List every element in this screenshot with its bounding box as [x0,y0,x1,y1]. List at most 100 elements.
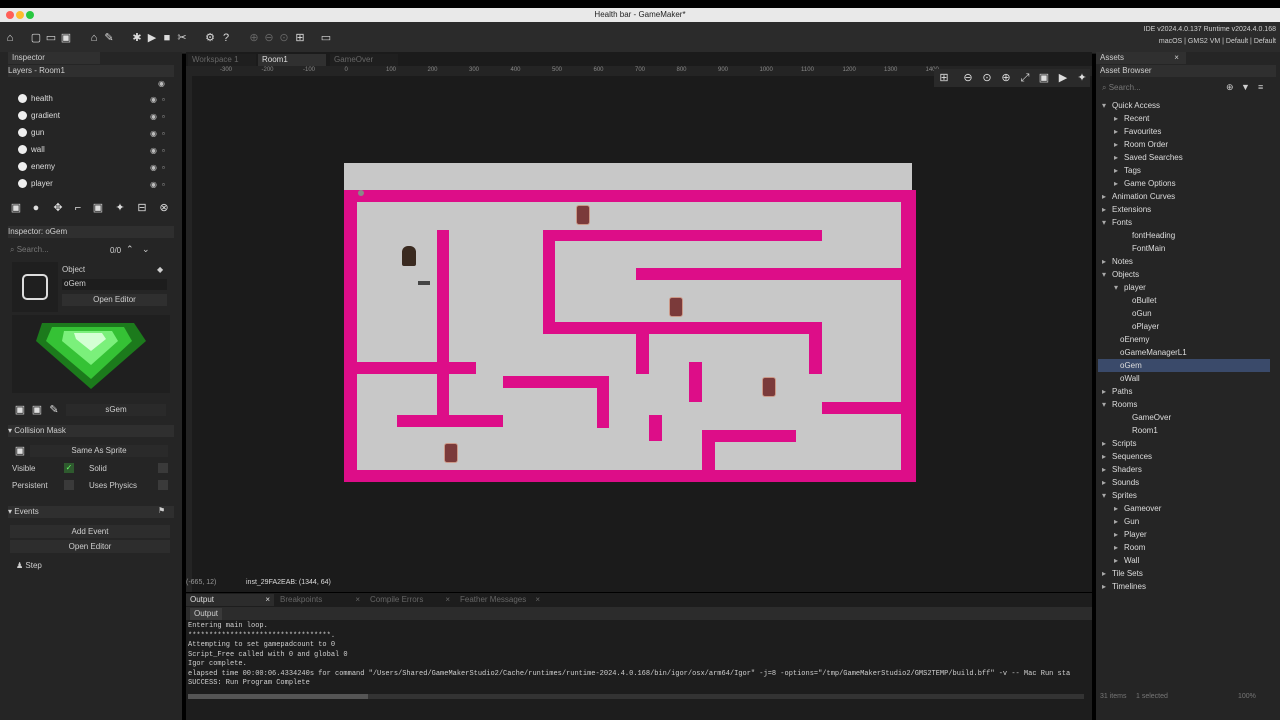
asset-tree-item[interactable]: Room1 [1126,424,1274,437]
toggle-icon[interactable]: ✦ [1076,72,1088,84]
eye-icon[interactable]: ◉ [150,146,157,155]
layer-item[interactable]: enemy [18,160,168,174]
asset-tree-item[interactable]: ▸ Favourites [1114,125,1274,138]
stop-icon[interactable]: ■ [161,32,173,44]
asset-tree-item[interactable]: oBullet [1126,294,1274,307]
asset-tree-item[interactable]: ▸ Recent [1114,112,1274,125]
expand-arrow-icon[interactable]: ▸ [1102,465,1106,474]
wall[interactable] [357,362,476,374]
wall[interactable] [636,268,902,280]
open-folder-icon[interactable]: ▭ [45,32,57,44]
wall[interactable] [809,322,822,374]
asset-tree-item[interactable]: ▸ Scripts [1102,437,1274,450]
wall[interactable] [689,362,702,402]
zoom-window-button[interactable] [26,11,34,19]
eye-icon[interactable]: ◉ [150,129,157,138]
asset-tree-item[interactable]: ▸ Gameover [1114,502,1274,515]
settings-gear-icon[interactable]: ⚙ [204,32,216,44]
uses-physics-checkbox[interactable] [158,480,168,490]
layer-item[interactable]: gradient [18,109,168,123]
asset-tree-item[interactable]: oEnemy [1114,333,1274,346]
asset-tree-item[interactable]: GameOver [1126,411,1274,424]
minimize-window-button[interactable] [16,11,24,19]
add-folder-icon[interactable]: ⊟ [136,202,148,214]
add-path-layer-icon[interactable]: ⌐ [72,202,84,214]
expand-arrow-icon[interactable]: ▸ [1114,153,1118,162]
asset-tree-item[interactable]: ▸ Sounds [1102,476,1274,489]
asset-search[interactable]: ⌕ Search... [1102,83,1222,95]
visible-checkbox[interactable]: ✓ [64,463,74,473]
close-icon[interactable]: × [355,594,360,606]
output-tab[interactable]: Compile Errors × [366,594,454,606]
layer-item[interactable]: gun [18,126,168,140]
expand-arrow-icon[interactable]: ▸ [1114,556,1118,565]
asset-tree-item[interactable]: ▸ Game Options [1114,177,1274,190]
close-icon[interactable]: × [265,594,270,606]
lock-icon[interactable]: ▫ [162,129,165,138]
asset-tree-item[interactable]: ▾ player [1114,281,1274,294]
asset-tree-item[interactable]: ▾ Fonts [1102,216,1274,229]
wall[interactable] [702,430,796,442]
asset-tree-item[interactable]: oGem [1098,359,1270,372]
inspector-search[interactable]: ⌕ Search... [10,245,100,257]
eye-icon[interactable]: ◉ [150,95,157,104]
zoom-reset-view-icon[interactable]: ⊙ [981,72,993,84]
expand-arrow-icon[interactable]: ▾ [1102,101,1106,110]
asset-tree-item[interactable]: ▸ Extensions [1102,203,1274,216]
sprite-select[interactable]: sGem [66,404,166,416]
lock-icon[interactable]: ▫ [162,180,165,189]
gem-instance[interactable] [358,190,364,196]
asset-tree-item[interactable]: ▾ Objects [1102,268,1274,281]
inspector-header[interactable]: Inspector: oGem [8,226,174,238]
enemy-sprite[interactable] [576,205,590,225]
expand-arrow-icon[interactable]: ▸ [1114,140,1118,149]
layer-item[interactable]: health [18,92,168,106]
fit-view-icon[interactable]: ⤢ [1019,72,1031,84]
game-controller-icon[interactable]: ⊞ [294,32,306,44]
step-event[interactable]: ♟ Step [16,561,42,570]
collision-mask-select[interactable]: Same As Sprite [30,445,168,457]
build-icon[interactable]: ⌂ [88,32,100,44]
asset-tree-item[interactable]: ▸ Saved Searches [1114,151,1274,164]
expand-arrow-icon[interactable]: ▸ [1114,179,1118,188]
eye-icon[interactable]: ◉ [150,163,157,172]
wall[interactable] [543,230,822,241]
asset-tree-item[interactable]: ▾ Rooms [1102,398,1274,411]
add-event-button[interactable]: Add Event [10,525,170,538]
room-tab[interactable]: Room1 [258,54,326,66]
output-tab[interactable]: Feather Messages × [456,594,544,606]
enemy-sprite[interactable] [762,377,776,397]
expand-arrow-icon[interactable]: ▾ [1102,400,1106,409]
debug-icon[interactable]: ✱ [131,32,143,44]
expand-arrow-icon[interactable]: ▸ [1114,504,1118,513]
add-tile-layer-icon[interactable]: ✥ [52,202,64,214]
expand-arrow-icon[interactable]: ▸ [1114,530,1118,539]
edit-sprite-icon[interactable]: ▣ [14,404,26,416]
output-tab[interactable]: Output × [186,594,274,606]
expand-arrow-icon[interactable]: ▸ [1102,478,1106,487]
tag-icon[interactable]: ◆ [157,265,163,274]
expand-arrow-icon[interactable]: ▸ [1114,517,1118,526]
wall[interactable] [822,402,902,414]
lock-icon[interactable]: ▫ [162,163,165,172]
expand-arrow-icon[interactable]: ▸ [1102,387,1106,396]
clean-icon[interactable]: ✎ [103,32,115,44]
open-editor-events-button[interactable]: Open Editor [10,540,170,553]
footer-zoom[interactable]: 100% [1238,693,1256,700]
events-section[interactable]: ▾ Events [8,506,174,518]
edit-mask-icon[interactable]: ▣ [14,445,26,457]
asset-tree-item[interactable]: ▸ Shaders [1102,463,1274,476]
asset-tree-item[interactable]: ▸ Sequences [1102,450,1274,463]
close-icon[interactable]: × [535,594,540,606]
horizontal-scrollbar[interactable] [188,694,1084,699]
wall[interactable] [649,415,662,441]
expand-arrow-icon[interactable]: ▾ [1102,491,1106,500]
new-file-icon[interactable]: ▢ [30,32,42,44]
solid-checkbox[interactable] [158,463,168,473]
lock-icon[interactable]: ▫ [162,112,165,121]
asset-tree-item[interactable]: oWall [1114,372,1274,385]
play-view-icon[interactable]: ▶ [1057,72,1069,84]
eye-icon[interactable]: ◉ [150,112,157,121]
target-config[interactable]: macOS | GMS2 VM | Default | Default [1144,36,1276,48]
wall[interactable] [543,322,822,334]
